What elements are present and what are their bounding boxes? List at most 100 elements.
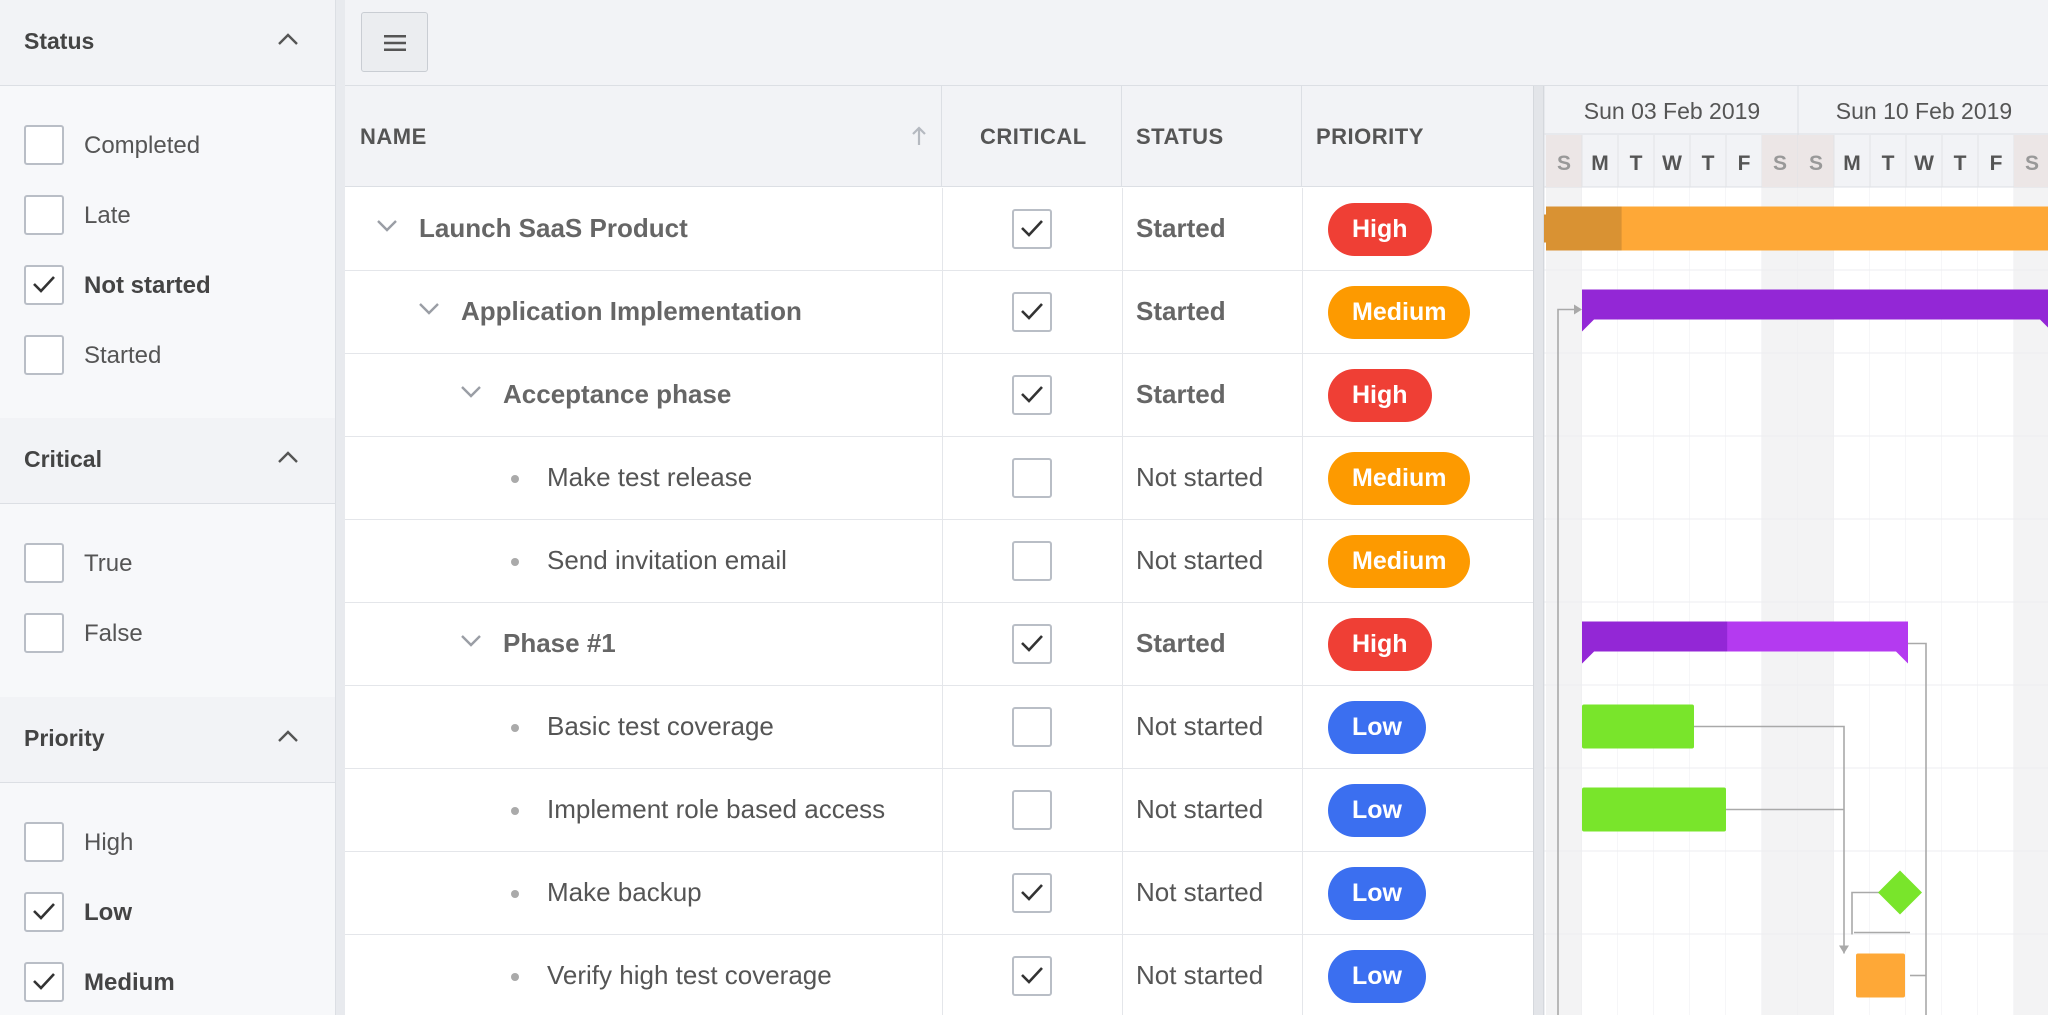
task-name: Phase #1 xyxy=(503,628,616,658)
cell-divider xyxy=(1122,188,1123,271)
chevron-up-icon[interactable] xyxy=(277,32,299,46)
week-label: Sun 03 Feb 2019 xyxy=(1584,98,1760,124)
critical-checkbox[interactable] xyxy=(1012,209,1052,249)
expand-toggle[interactable] xyxy=(376,219,398,233)
filter-option-medium[interactable]: Medium xyxy=(24,960,324,1004)
task-row[interactable]: Send invitation email Not started Medium xyxy=(345,520,1533,603)
day-label: S xyxy=(1773,152,1787,175)
cell-divider xyxy=(1302,769,1303,852)
critical-checkbox[interactable] xyxy=(1012,790,1052,830)
task-row[interactable]: Application Implementation Started Medium xyxy=(345,271,1533,354)
filter-option-not-started[interactable]: Not started xyxy=(24,263,324,307)
filter-checkbox[interactable] xyxy=(24,892,64,932)
expand-toggle[interactable] xyxy=(418,302,440,316)
task-row[interactable]: Acceptance phase Started High xyxy=(345,354,1533,437)
checkmark-icon xyxy=(1021,386,1043,403)
expand-toggle[interactable] xyxy=(460,634,482,648)
filter-option-low[interactable]: Low xyxy=(24,890,324,934)
task-name: Verify high test coverage xyxy=(547,960,832,990)
day-label: F xyxy=(1990,152,2003,175)
filter-section-priority[interactable]: Priority xyxy=(0,697,335,783)
filter-option-late[interactable]: Late xyxy=(24,193,324,237)
task-row[interactable]: Make backup Not started Low xyxy=(345,852,1533,935)
task-status: Not started xyxy=(1136,711,1264,741)
task-row[interactable]: Verify high test coverage Not started Low xyxy=(345,935,1533,1015)
filter-option-label: Low xyxy=(84,899,132,926)
task-name: Send invitation email xyxy=(547,545,787,575)
cell-divider xyxy=(942,686,943,769)
chevron-down-icon[interactable] xyxy=(460,634,482,648)
column-header-name[interactable]: NAME xyxy=(345,86,942,187)
cell-divider xyxy=(1302,935,1303,1015)
critical-checkbox[interactable] xyxy=(1012,624,1052,664)
chevron-down-icon[interactable] xyxy=(418,302,440,316)
filter-section-status[interactable]: Status xyxy=(0,0,335,86)
task-grid: Launch SaaS Product Started High Applicatio… xyxy=(345,188,1533,1015)
critical-checkbox[interactable] xyxy=(1012,873,1052,913)
filter-option-false[interactable]: False xyxy=(24,611,324,655)
checkmark-icon xyxy=(33,903,55,920)
task-row[interactable]: Implement role based access Not started Lo… xyxy=(345,769,1533,852)
filter-option-started[interactable]: Started xyxy=(24,333,324,377)
critical-checkbox[interactable] xyxy=(1012,541,1052,581)
critical-checkbox[interactable] xyxy=(1012,292,1052,332)
task-row[interactable]: Phase #1 Started High xyxy=(345,603,1533,686)
cell-divider xyxy=(1302,354,1303,437)
priority-badge: Low xyxy=(1328,867,1426,920)
gantt-chart: Sun 03 Feb 2019 Sun 10 Feb 2019 S M T W T F S S M T… xyxy=(1544,86,2048,1015)
filter-option-high[interactable]: High xyxy=(24,820,324,864)
cell-divider xyxy=(942,603,943,686)
critical-checkbox[interactable] xyxy=(1012,956,1052,996)
leaf-bullet-icon xyxy=(511,807,519,815)
filter-checkbox[interactable] xyxy=(24,822,64,862)
menu-button[interactable] xyxy=(361,12,428,72)
cell-divider xyxy=(1122,437,1123,520)
cell-divider xyxy=(942,188,943,271)
task-row[interactable]: Basic test coverage Not started Low xyxy=(345,686,1533,769)
priority-badge: Low xyxy=(1328,701,1426,754)
filter-option-completed[interactable]: Completed xyxy=(24,123,324,167)
arrow-up-icon[interactable] xyxy=(911,126,927,146)
filter-option-true[interactable]: True xyxy=(24,541,324,585)
cell-divider xyxy=(1122,603,1123,686)
day-label: M xyxy=(1843,152,1861,175)
critical-checkbox[interactable] xyxy=(1012,375,1052,415)
grid-gantt-splitter[interactable] xyxy=(1533,86,1544,1015)
filter-checkbox[interactable] xyxy=(24,613,64,653)
cell-divider xyxy=(942,852,943,935)
task-row[interactable]: Launch SaaS Product Started High xyxy=(345,188,1533,271)
priority-badge: Medium xyxy=(1328,452,1471,505)
chevron-down-icon[interactable] xyxy=(460,385,482,399)
filter-checkbox[interactable] xyxy=(24,335,64,375)
filter-checkbox[interactable] xyxy=(24,195,64,235)
chevron-up-icon[interactable] xyxy=(277,729,299,743)
checkmark-icon xyxy=(1021,220,1043,237)
task-name: Application Implementation xyxy=(461,296,802,326)
day-label: S xyxy=(1557,152,1571,175)
critical-checkbox[interactable] xyxy=(1012,707,1052,747)
sidebar-splitter[interactable] xyxy=(335,0,345,1015)
column-header-critical[interactable]: CRITICAL xyxy=(942,86,1122,187)
filter-section-title: Status xyxy=(24,28,95,54)
cell-divider xyxy=(1302,437,1303,520)
task-name: Basic test coverage xyxy=(547,711,774,741)
checkmark-icon xyxy=(1021,967,1043,984)
task-bar xyxy=(1582,704,1694,749)
expand-toggle[interactable] xyxy=(460,385,482,399)
chevron-down-icon[interactable] xyxy=(376,219,398,233)
filter-checkbox[interactable] xyxy=(24,962,64,1002)
priority-badge: High xyxy=(1328,618,1432,671)
task-row[interactable]: Make test release Not started Medium xyxy=(345,437,1533,520)
filter-checkbox[interactable] xyxy=(24,543,64,583)
column-header-priority[interactable]: PRIORITY xyxy=(1302,86,1533,187)
cell-divider xyxy=(1302,852,1303,935)
critical-checkbox[interactable] xyxy=(1012,458,1052,498)
column-header-status[interactable]: STATUS xyxy=(1122,86,1302,187)
leaf-bullet-icon xyxy=(511,973,519,981)
filter-checkbox[interactable] xyxy=(24,265,64,305)
filter-section-critical[interactable]: Critical xyxy=(0,418,335,504)
filter-checkbox[interactable] xyxy=(24,125,64,165)
filter-option-label: Completed xyxy=(84,132,201,159)
priority-badge: Low xyxy=(1328,950,1426,1003)
chevron-up-icon[interactable] xyxy=(277,450,299,464)
